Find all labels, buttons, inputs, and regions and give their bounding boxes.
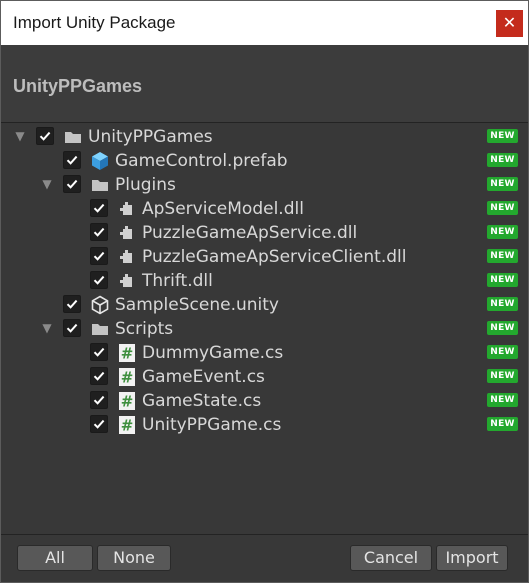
new-badge: NEW <box>487 129 518 143</box>
tree-row[interactable]: # GameState.cs NEW <box>1 389 528 413</box>
tree-item-label: UnityPPGame.cs <box>142 415 282 435</box>
tree-item-label: PuzzleGameApServiceClient.dll <box>142 247 407 267</box>
package-contents-tree: ▼ UnityPPGames NEW GameControl.prefab NEW ▼ Pl… <box>1 123 528 533</box>
tree-row[interactable]: # GameEvent.cs NEW <box>1 365 528 389</box>
dll-plugin-icon <box>117 199 137 219</box>
tree-item-label: UnityPPGames <box>88 127 213 147</box>
package-header: UnityPPGames <box>1 45 528 123</box>
tree-row[interactable]: GameControl.prefab NEW <box>1 149 528 173</box>
expand-arrow-icon[interactable]: ▼ <box>13 129 27 143</box>
select-all-button[interactable]: All <box>17 545 93 571</box>
new-badge: NEW <box>487 321 518 335</box>
new-badge: NEW <box>487 297 518 311</box>
new-badge: NEW <box>487 369 518 383</box>
include-checkbox[interactable] <box>63 295 81 313</box>
select-none-button[interactable]: None <box>97 545 171 571</box>
cancel-button[interactable]: Cancel <box>350 545 432 571</box>
title-bar[interactable]: Import Unity Package ✕ <box>1 1 528 45</box>
new-badge: NEW <box>487 201 518 215</box>
tree-row[interactable]: # DummyGame.cs NEW <box>1 341 528 365</box>
tree-item-label: GameEvent.cs <box>142 367 265 387</box>
tree-row[interactable]: ▼ UnityPPGames NEW <box>1 125 528 149</box>
prefab-cube-icon <box>90 151 110 171</box>
tree-item-label: GameState.cs <box>142 391 262 411</box>
include-checkbox[interactable] <box>36 127 54 145</box>
import-package-dialog: Import Unity Package ✕ UnityPPGames ▼ Uni… <box>0 0 529 583</box>
tree-row[interactable]: ▼ Plugins NEW <box>1 173 528 197</box>
tree-row[interactable]: SampleScene.unity NEW <box>1 293 528 317</box>
csharp-script-icon: # <box>117 367 137 387</box>
include-checkbox[interactable] <box>90 415 108 433</box>
expand-arrow-icon[interactable]: ▼ <box>40 321 54 335</box>
footer-bar: All None Cancel Import <box>1 534 528 582</box>
tree-row[interactable]: # UnityPPGame.cs NEW <box>1 413 528 437</box>
new-badge: NEW <box>487 177 518 191</box>
csharp-script-icon: # <box>117 391 137 411</box>
new-badge: NEW <box>487 273 518 287</box>
include-checkbox[interactable] <box>90 271 108 289</box>
close-button[interactable]: ✕ <box>496 10 523 37</box>
csharp-script-icon: # <box>117 343 137 363</box>
tree-item-label: Plugins <box>115 175 176 195</box>
import-button[interactable]: Import <box>436 545 508 571</box>
svg-text:#: # <box>121 345 134 363</box>
tree-item-label: Thrift.dll <box>142 271 213 291</box>
tree-row[interactable]: PuzzleGameApService.dll NEW <box>1 221 528 245</box>
include-checkbox[interactable] <box>90 199 108 217</box>
tree-row[interactable]: ▼ Scripts NEW <box>1 317 528 341</box>
unity-scene-icon <box>90 295 110 315</box>
include-checkbox[interactable] <box>90 391 108 409</box>
include-checkbox[interactable] <box>63 151 81 169</box>
include-checkbox[interactable] <box>63 175 81 193</box>
tree-item-label: ApServiceModel.dll <box>142 199 304 219</box>
folder-icon <box>90 319 110 339</box>
new-badge: NEW <box>487 345 518 359</box>
tree-row[interactable]: PuzzleGameApServiceClient.dll NEW <box>1 245 528 269</box>
close-icon: ✕ <box>502 15 517 32</box>
include-checkbox[interactable] <box>90 223 108 241</box>
tree-item-label: GameControl.prefab <box>115 151 288 171</box>
include-checkbox[interactable] <box>63 319 81 337</box>
dll-plugin-icon <box>117 223 137 243</box>
folder-icon <box>63 127 83 147</box>
tree-row[interactable]: Thrift.dll NEW <box>1 269 528 293</box>
window-title: Import Unity Package <box>13 13 176 32</box>
new-badge: NEW <box>487 393 518 407</box>
csharp-script-icon: # <box>117 415 137 435</box>
new-badge: NEW <box>487 153 518 167</box>
include-checkbox[interactable] <box>90 367 108 385</box>
include-checkbox[interactable] <box>90 343 108 361</box>
tree-item-label: PuzzleGameApService.dll <box>142 223 358 243</box>
expand-arrow-icon[interactable]: ▼ <box>40 177 54 191</box>
new-badge: NEW <box>487 417 518 431</box>
include-checkbox[interactable] <box>90 247 108 265</box>
dll-plugin-icon <box>117 271 137 291</box>
svg-text:#: # <box>121 393 134 411</box>
folder-icon <box>90 175 110 195</box>
new-badge: NEW <box>487 249 518 263</box>
tree-item-label: DummyGame.cs <box>142 343 284 363</box>
tree-item-label: Scripts <box>115 319 174 339</box>
new-badge: NEW <box>487 225 518 239</box>
svg-text:#: # <box>121 369 134 387</box>
tree-row[interactable]: ApServiceModel.dll NEW <box>1 197 528 221</box>
package-name: UnityPPGames <box>13 76 143 96</box>
svg-text:#: # <box>121 417 134 435</box>
dll-plugin-icon <box>117 247 137 267</box>
tree-item-label: SampleScene.unity <box>115 295 279 315</box>
